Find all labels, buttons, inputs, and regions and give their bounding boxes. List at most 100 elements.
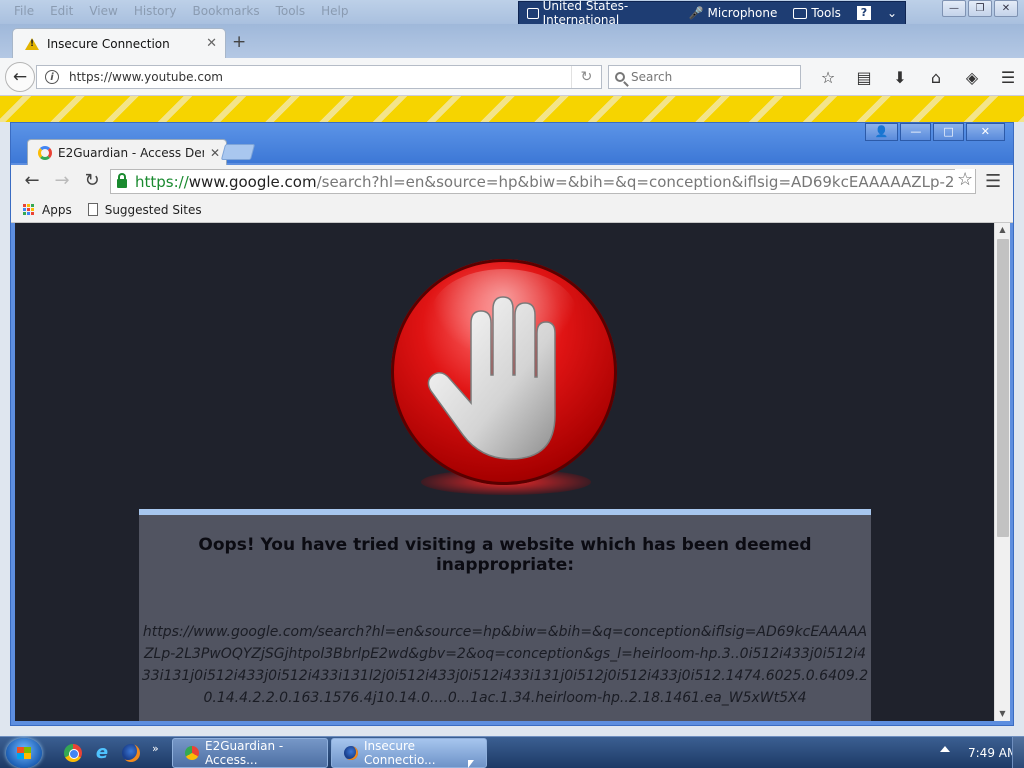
show-desktop-button[interactable] xyxy=(1012,737,1024,768)
firefox-icon xyxy=(344,746,358,760)
scroll-up-arrow-icon[interactable]: ▲ xyxy=(995,223,1010,237)
secure-lock-icon[interactable] xyxy=(117,173,127,188)
menu-file[interactable]: File xyxy=(6,3,42,19)
firefox-search-box[interactable]: Search xyxy=(608,65,801,89)
pocket-icon[interactable]: ◈ xyxy=(954,66,990,88)
firefox-pinned-icon[interactable] xyxy=(122,744,140,762)
close-tab-icon[interactable]: ✕ xyxy=(210,146,220,160)
internet-explorer-pinned-icon[interactable]: e xyxy=(93,744,111,762)
chrome-reload-icon[interactable]: ↻ xyxy=(81,170,103,191)
menu-history[interactable]: History xyxy=(126,3,185,19)
minimize-button[interactable]: — xyxy=(942,0,966,17)
hazard-stripe-banner xyxy=(0,96,1024,122)
new-tab-button[interactable]: + xyxy=(232,32,246,52)
url-path: /search?hl=en&source=hp&biw=&bih=&q=conc… xyxy=(316,172,976,191)
firefox-window-controls: — ❐ ✕ xyxy=(942,0,1018,17)
url-host: www.google.com xyxy=(188,172,317,191)
tray-expand-icon[interactable] xyxy=(940,746,950,752)
chrome-new-tab-button[interactable] xyxy=(220,144,256,160)
chrome-pinned-icon[interactable] xyxy=(64,744,82,762)
language-selector[interactable]: United States-International xyxy=(519,0,681,27)
chrome-tab-title: E2Guardian - Access Denie xyxy=(58,145,204,160)
language-bar: United States-International 🎤 Microphone… xyxy=(518,0,906,27)
microphone-icon: 🎤 xyxy=(688,6,704,20)
scroll-down-arrow-icon[interactable]: ▼ xyxy=(995,707,1010,721)
bookmark-star-icon[interactable]: ☆ xyxy=(810,66,846,88)
apps-grid-icon xyxy=(23,203,35,216)
firefox-menu-bar: File Edit View History Bookmarks Tools H… xyxy=(6,3,357,19)
microphone-button[interactable]: 🎤 Microphone xyxy=(681,2,786,24)
block-message-title: Oops! You have tried visiting a website … xyxy=(198,535,812,575)
hamburger-menu-icon[interactable]: ☰ xyxy=(990,66,1024,88)
chrome-menu-icon[interactable]: ☰ xyxy=(985,171,1001,192)
downloads-icon[interactable]: ⬇ xyxy=(882,66,918,88)
start-button[interactable] xyxy=(6,738,42,768)
menu-edit[interactable]: Edit xyxy=(42,3,81,19)
firefox-url-text[interactable]: https://www.youtube.com xyxy=(69,70,571,84)
taskbar-item-firefox[interactable]: Insecure Connectio... xyxy=(331,738,487,768)
taskbar-more-icon[interactable]: » xyxy=(152,742,159,755)
chrome-forward-icon[interactable]: → xyxy=(51,170,73,191)
chrome-bookmark-star-icon[interactable]: ☆ xyxy=(955,169,976,190)
block-page: Oops! You have tried visiting a website … xyxy=(15,223,994,721)
back-button[interactable]: ← xyxy=(5,62,35,92)
restore-button[interactable]: ❐ xyxy=(968,0,992,17)
bookmark-apps-label: Apps xyxy=(42,202,72,217)
chrome-nav-buttons: ← → ↻ xyxy=(21,170,103,191)
help-icon: ? xyxy=(856,6,871,20)
chrome-bookmarks-bar: Apps Suggested Sites xyxy=(11,197,1013,223)
keyboard-icon xyxy=(527,7,539,19)
bookmark-suggested-label: Suggested Sites xyxy=(104,202,202,217)
warning-icon xyxy=(25,37,39,50)
firefox-tab-strip: Insecure Connection ✕ + xyxy=(0,24,1024,58)
tab-insecure-connection[interactable]: Insecure Connection ✕ xyxy=(12,28,226,58)
blocked-url-text: https://www.google.com/search?hl=en&sour… xyxy=(141,624,869,706)
search-placeholder: Search xyxy=(631,70,673,84)
tab-e2guardian[interactable]: E2Guardian - Access Denie ✕ xyxy=(27,139,227,165)
bookmark-suggested-sites[interactable]: Suggested Sites xyxy=(87,202,202,217)
firefox-toolbar-buttons: ☆ ▤ ⬇ ⌂ ◈ ☰ xyxy=(810,66,1024,88)
vertical-scrollbar[interactable]: ▲ ▼ xyxy=(994,223,1010,721)
language-help-button[interactable]: ? xyxy=(849,2,879,24)
language-label: United States-International xyxy=(542,0,629,27)
microphone-label: Microphone xyxy=(707,6,778,20)
url-scheme: https:// xyxy=(135,172,189,191)
reading-list-icon[interactable]: ▤ xyxy=(846,66,882,88)
reload-icon[interactable]: ↻ xyxy=(571,66,601,88)
mouse-cursor-icon xyxy=(468,760,474,768)
page-icon xyxy=(87,203,98,216)
taskbar-item-chrome[interactable]: E2Guardian - Access... xyxy=(172,738,328,768)
profile-icon[interactable]: 👤 xyxy=(864,123,899,141)
bookmark-apps[interactable]: Apps xyxy=(23,203,72,217)
search-icon xyxy=(615,72,625,82)
tools-button[interactable]: Tools xyxy=(785,2,849,24)
firefox-url-bar[interactable]: i https://www.youtube.com ↻ xyxy=(36,65,602,89)
chrome-toolbar: ← → ↻ https:// www.google.com /search?hl… xyxy=(11,165,1013,197)
message-panel: Oops! You have tried visiting a website … xyxy=(139,509,871,721)
site-info-icon[interactable]: i xyxy=(45,70,59,84)
menu-bookmarks[interactable]: Bookmarks xyxy=(185,3,268,19)
chrome-back-icon[interactable]: ← xyxy=(21,170,43,191)
chrome-title-bar: 👤 — □ ✕ E2Guardian - Access Denie ✕ xyxy=(11,123,1013,165)
chrome-close-button[interactable]: ✕ xyxy=(965,123,1005,141)
speech-tools-icon xyxy=(793,7,808,19)
scrollbar-thumb[interactable] xyxy=(997,239,1009,537)
chrome-minimize-button[interactable]: — xyxy=(900,123,932,141)
chrome-omnibox[interactable]: https:// www.google.com /search?hl=en&so… xyxy=(110,169,976,194)
menu-help[interactable]: Help xyxy=(313,3,356,19)
tools-label: Tools xyxy=(811,6,841,20)
chrome-maximize-button[interactable]: □ xyxy=(933,123,964,141)
hand-icon xyxy=(427,296,556,460)
taskbar-item-label: E2Guardian - Access... xyxy=(205,739,284,767)
close-window-button[interactable]: ✕ xyxy=(994,0,1018,17)
taskbar-clock[interactable]: 7:49 AM xyxy=(968,746,1017,760)
home-icon[interactable]: ⌂ xyxy=(918,66,954,88)
language-bar-options[interactable]: ⌄ xyxy=(879,2,905,24)
menu-tools[interactable]: Tools xyxy=(268,3,314,19)
firefox-nav-bar: ← i https://www.youtube.com ↻ Search ☆ ▤… xyxy=(0,58,1024,96)
stop-hand-icon xyxy=(391,259,617,485)
menu-view[interactable]: View xyxy=(81,3,125,19)
windows-taskbar: e » E2Guardian - Access... Insecure Conn… xyxy=(0,736,1024,768)
chrome-window: 👤 — □ ✕ E2Guardian - Access Denie ✕ ← → … xyxy=(10,122,1014,726)
close-tab-icon[interactable]: ✕ xyxy=(206,36,217,51)
